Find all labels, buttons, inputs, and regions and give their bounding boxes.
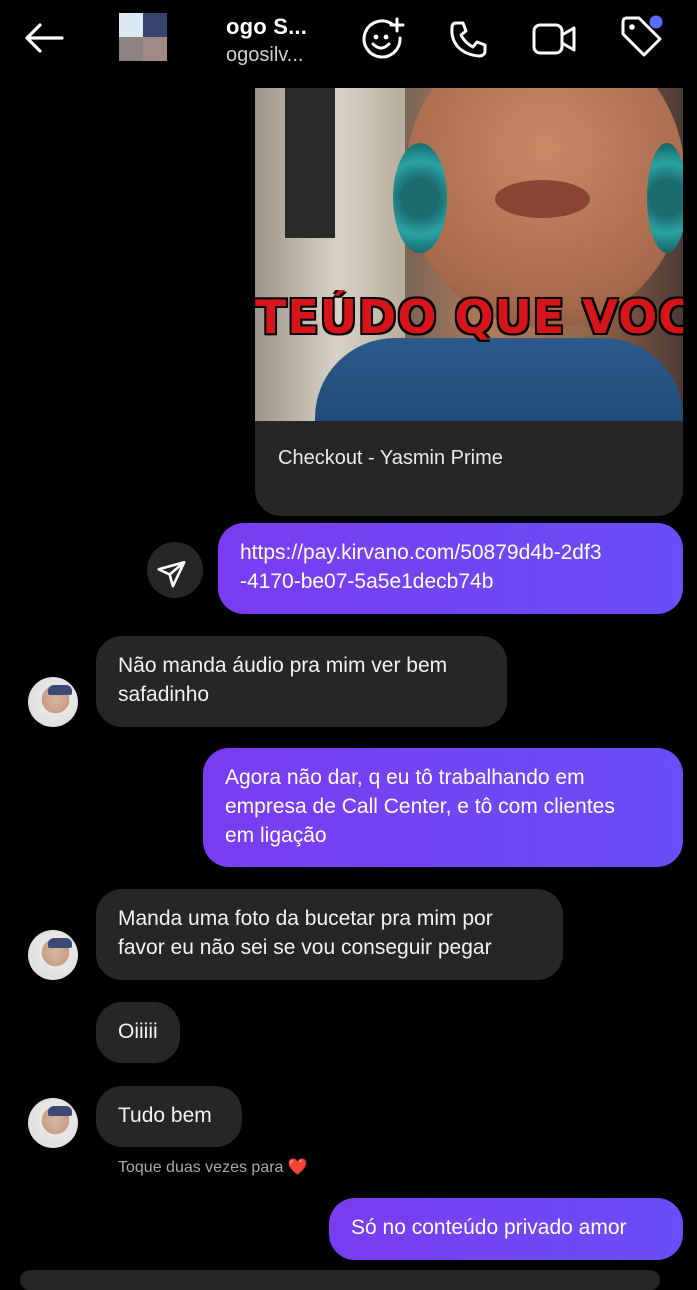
tag-button[interactable]	[618, 14, 666, 60]
message-link-continued[interactable]: -4170-be07-5a5e1decb74b	[240, 567, 661, 596]
avatar[interactable]	[119, 13, 167, 61]
back-button[interactable]	[22, 20, 66, 56]
message-text: empresa de Call Center, e tô com cliente…	[225, 795, 615, 818]
tag-icon	[621, 15, 663, 57]
message-bubble-outgoing[interactable]: https://pay.kirvano.com/50879d4b-2df3 -4…	[218, 523, 683, 614]
add-emoji-icon	[362, 17, 405, 59]
sender-avatar[interactable]	[28, 1098, 78, 1148]
share-button[interactable]	[147, 542, 203, 598]
add-emoji-button[interactable]	[360, 16, 406, 62]
message-bubble-partial	[20, 1270, 660, 1290]
message-text: Tudo bem	[118, 1104, 212, 1127]
back-arrow-icon	[25, 23, 64, 53]
video-call-button[interactable]	[531, 20, 577, 58]
message-link[interactable]: https://pay.kirvano.com/50879d4b-2df3	[240, 538, 661, 567]
message-bubble-outgoing[interactable]: Só no conteúdo privado amor	[329, 1198, 683, 1260]
message-text: Só no conteúdo privado amor	[351, 1216, 627, 1239]
message-bubble-incoming[interactable]: Não manda áudio pra mim ver bem safadinh…	[96, 636, 507, 727]
double-tap-hint: Toque duas vezes para ❤️	[118, 1159, 308, 1176]
message-text: em ligação	[225, 824, 327, 847]
message-text: safadinho	[118, 683, 210, 706]
preview-title: Checkout - Yasmin Prime	[278, 447, 503, 469]
notification-dot	[649, 15, 663, 29]
link-preview-card[interactable]: TEÚDO QUE VOCÊ Checkout - Yasmin Prime	[255, 88, 683, 516]
message-text: Oiiiii	[118, 1020, 158, 1043]
message-text: Agora não dar, q eu tô trabalhando em	[225, 766, 585, 789]
sender-avatar[interactable]	[28, 930, 78, 980]
preview-image: TEÚDO QUE VOCÊ	[255, 88, 683, 421]
message-bubble-outgoing[interactable]: Agora não dar, q eu tô trabalhando em em…	[203, 748, 683, 867]
message-text: favor eu não sei se vou conseguir pegar	[118, 936, 492, 959]
heart-icon: ❤️	[287, 1159, 308, 1176]
video-icon	[532, 23, 576, 55]
sender-avatar[interactable]	[28, 677, 78, 727]
message-text: Manda uma foto da bucetar pra mim por	[118, 907, 493, 930]
message-bubble-incoming[interactable]: Manda uma foto da bucetar pra mim por fa…	[96, 889, 563, 980]
chat-subtitle: ogosilv...	[226, 44, 304, 66]
message-bubble-incoming[interactable]: Oiiiii	[96, 1002, 180, 1063]
message-text: Não manda áudio pra mim ver bem	[118, 654, 448, 677]
phone-icon	[450, 21, 487, 58]
send-icon	[157, 560, 186, 588]
chat-title[interactable]: ogo S...	[226, 14, 307, 40]
message-bubble-incoming[interactable]: Tudo bem	[96, 1086, 242, 1147]
preview-banner-text: TEÚDO QUE VOCÊ	[255, 290, 683, 344]
voice-call-button[interactable]	[448, 18, 490, 60]
